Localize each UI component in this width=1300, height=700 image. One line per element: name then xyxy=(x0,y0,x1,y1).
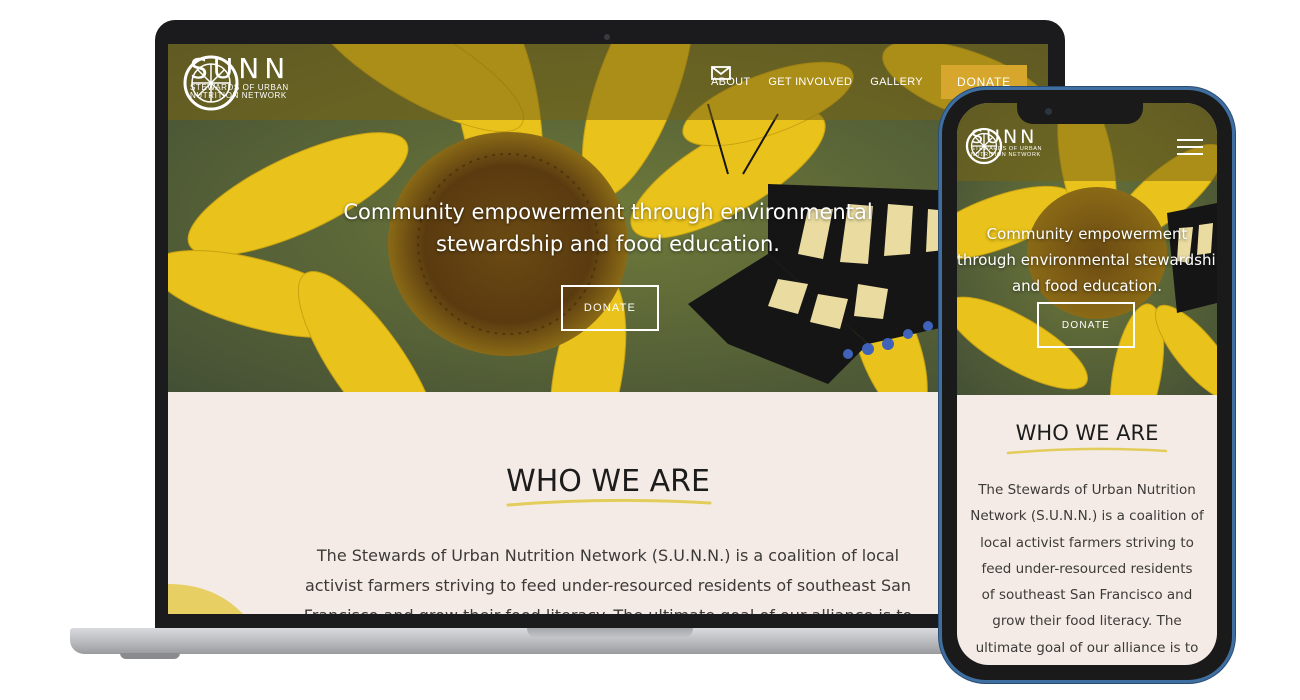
hamburger-menu-icon[interactable] xyxy=(1177,139,1203,155)
phone-notch xyxy=(1017,100,1143,124)
mobile-body-line: The Stewards of Urban Nutrition xyxy=(978,482,1196,498)
laptop-opening-notch xyxy=(527,628,693,638)
mobile-body-line: local activist farmers striving to xyxy=(980,534,1194,551)
laptop-foot-left xyxy=(120,653,180,659)
mobile-title-underline xyxy=(1006,447,1168,455)
body-line-3: Francisco and grow their food literacy. … xyxy=(248,601,968,614)
site-logo[interactable]: SUNN STEWARDS OF URBAN NUTRITION NETWORK xyxy=(182,54,290,111)
mobile-body-line: ultimate goal of our alliance is to xyxy=(975,639,1199,656)
body-line-1: The Stewards of Urban Nutrition Network … xyxy=(316,546,900,565)
title-underline xyxy=(506,498,712,507)
mail-icon[interactable] xyxy=(711,66,731,80)
mobile-tagline-line-3: and food education. xyxy=(1011,277,1163,295)
mobile-hero-section: SUNN STEWARDS OF URBAN NUTRITION NETWORK… xyxy=(957,103,1217,395)
body-line-2: activist farmers striving to feed under-… xyxy=(304,576,912,595)
who-we-are-body: The Stewards of Urban Nutrition Network … xyxy=(248,541,968,614)
laptop-camera xyxy=(604,34,610,40)
hero-section: SUNN STEWARDS OF URBAN NUTRITION NETWORK… xyxy=(168,44,1048,392)
nav-gallery[interactable]: GALLERY xyxy=(870,76,923,88)
mobile-hero-donate-button[interactable]: DONATE xyxy=(1037,302,1135,348)
mobile-who-we-are-body: The Stewards of Urban Nutrition Network (… xyxy=(957,477,1217,661)
lemon-slice-icon xyxy=(183,55,239,111)
hero-tagline-line-1: Community empowerment through environmen… xyxy=(343,200,873,224)
mobile-who-we-are-title: WHO WE ARE xyxy=(1015,421,1159,445)
who-we-are-title: WHO WE ARE xyxy=(506,464,710,499)
mobile-hero-tagline: Community empowerment through environmen… xyxy=(957,221,1217,299)
phone-screen: SUNN STEWARDS OF URBAN NUTRITION NETWORK… xyxy=(957,103,1217,665)
mobile-tagline-line-1: Community empowerment xyxy=(986,225,1188,243)
nav-get-involved[interactable]: GET INVOLVED xyxy=(768,76,852,88)
hero-tagline-line-2: stewardship and food education. xyxy=(436,232,780,256)
mobile-tagline-line-2: through environmental stewardship xyxy=(957,251,1217,269)
mobile-body-line: of southeast San Francisco and xyxy=(981,587,1193,604)
hero-donate-button[interactable]: DONATE xyxy=(561,285,659,331)
mobile-body-line: feed under-resourced residents xyxy=(981,560,1193,577)
hero-tagline: Community empowerment through environmen… xyxy=(308,196,908,260)
laptop-screen: SUNN STEWARDS OF URBAN NUTRITION NETWORK… xyxy=(168,44,1048,614)
mobile-body-line: Network (S.U.N.N.) is a coalition of xyxy=(970,508,1204,525)
mobile-body-line: grow their food literacy. The xyxy=(992,613,1182,630)
phone-camera xyxy=(1045,108,1052,115)
mobile-site-logo[interactable]: SUNN STEWARDS OF URBAN NUTRITION NETWORK xyxy=(965,127,1042,165)
lemon-slice-icon xyxy=(965,127,1003,165)
